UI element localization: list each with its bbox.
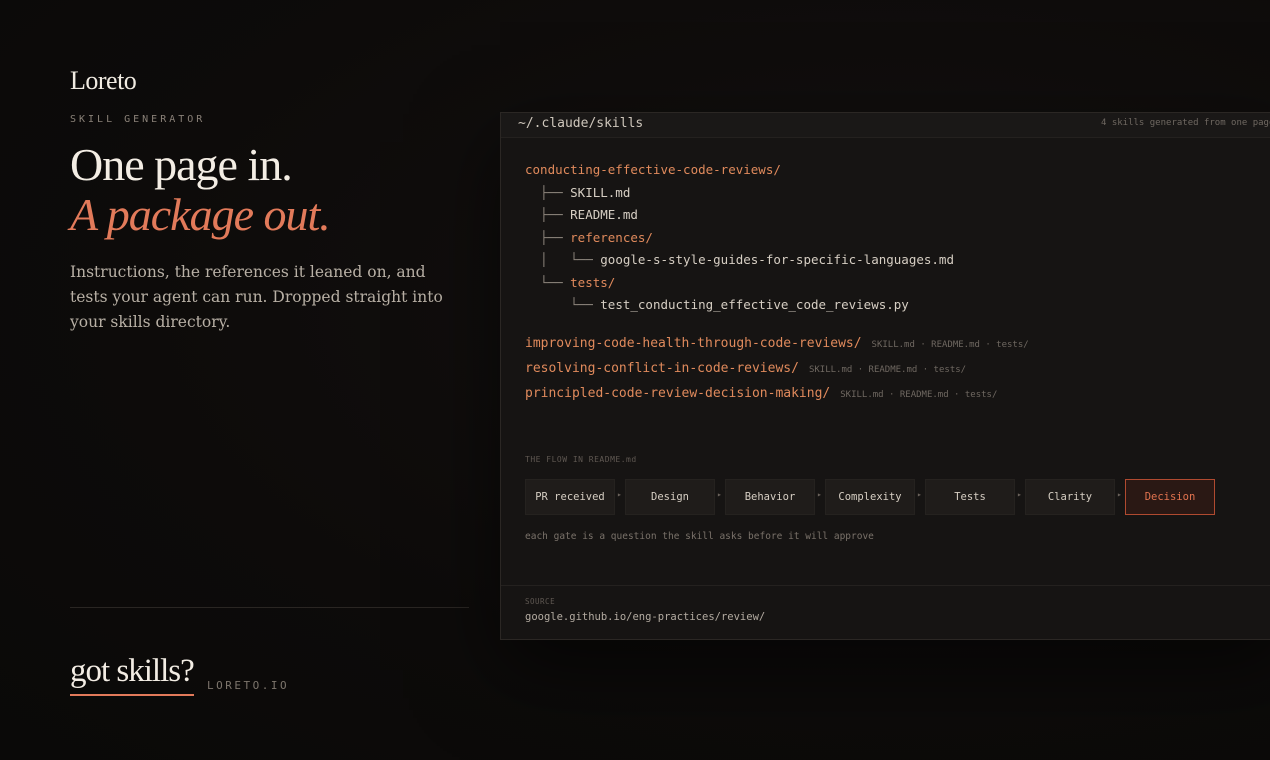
flow-arrow-icon: ▸: [917, 490, 922, 499]
footer-divider: [70, 607, 469, 608]
tree-folder[interactable]: └── tests/: [525, 272, 954, 295]
hero-headline: One page in. A package out.: [70, 139, 331, 240]
flow-arrow-icon: ▸: [817, 490, 822, 499]
flow-step: Clarity: [1025, 479, 1115, 515]
tree-item-name: SKILL.md: [570, 184, 631, 200]
tree-file[interactable]: │ └── google-s-style-guides-for-specific…: [525, 249, 954, 272]
tree-branch: ├──: [525, 184, 571, 200]
tree-branch: ├──: [525, 229, 571, 245]
hero-column: Loreto SKILL GENERATOR One page in. A pa…: [70, 0, 470, 760]
tree-branch: └──: [525, 274, 571, 290]
headline-line-1: One page in.: [70, 139, 293, 190]
flow-step: Behavior: [725, 479, 815, 515]
tree-item-name: google-s-style-guides-for-specific-langu…: [600, 252, 954, 267]
tree-file[interactable]: ├── SKILL.md: [525, 182, 954, 205]
flow-step: Design: [625, 479, 715, 515]
skill-item[interactable]: principled-code-review-decision-making/S…: [525, 379, 1029, 404]
flow-step: Tests: [925, 479, 1015, 515]
tree-file[interactable]: └── test_conducting_effective_code_revie…: [525, 294, 954, 317]
domain-link[interactable]: LORETO.IO: [207, 679, 289, 692]
flow-arrow-icon: ▸: [617, 490, 622, 499]
tree-item-name: tests/: [570, 274, 616, 290]
skill-name: principled-code-review-decision-making/: [525, 386, 831, 401]
headline-line-2: A package out.: [70, 189, 331, 240]
eyebrow-label: SKILL GENERATOR: [70, 114, 206, 125]
flow-arrow-icon: ▸: [1017, 490, 1022, 499]
flow-note: each gate is a question the skill asks b…: [525, 531, 874, 542]
tree-item-name: test_conducting_effective_code_reviews.p…: [600, 297, 909, 312]
brand-logo[interactable]: Loreto: [70, 66, 137, 96]
skill-files: SKILL.md · README.md · tests/: [871, 340, 1029, 350]
tree-item-name: references/: [570, 229, 653, 245]
skill-name: resolving-conflict-in-code-reviews/: [525, 361, 799, 376]
tree-file[interactable]: ├── README.md: [525, 204, 954, 227]
tree-item-name: conducting-effective-code-reviews/: [525, 162, 781, 177]
tree-branch: └──: [525, 297, 601, 312]
flow-arrow-icon: ▸: [1117, 490, 1122, 499]
file-tree: conducting-effective-code-reviews/ ├── S…: [525, 159, 954, 317]
flow-step: Decision: [1125, 479, 1215, 515]
terminal-title-bar: ~/.claude/skills 4 skills generated from…: [501, 113, 1270, 138]
generated-count: 4 skills generated from one page: [1101, 118, 1270, 128]
skills-terminal-panel: ~/.claude/skills 4 skills generated from…: [500, 112, 1270, 640]
skill-list: improving-code-health-through-code-revie…: [525, 329, 1029, 404]
skill-files: SKILL.md · README.md · tests/: [840, 390, 998, 400]
skill-files: SKILL.md · README.md · tests/: [808, 365, 967, 375]
flow-step: Complexity: [825, 479, 915, 515]
got-skills-link[interactable]: got skills?: [70, 650, 195, 696]
skill-item[interactable]: resolving-conflict-in-code-reviews/SKILL…: [525, 354, 1029, 379]
tree-folder[interactable]: conducting-effective-code-reviews/: [525, 159, 954, 182]
source-label: SOURCE: [525, 597, 556, 606]
flow-step: PR received: [525, 479, 615, 515]
skill-name: improving-code-health-through-code-revie…: [525, 336, 862, 351]
tree-folder[interactable]: ├── references/: [525, 227, 954, 250]
flow-arrow-icon: ▸: [717, 490, 722, 499]
tree-branch: │ └──: [525, 252, 601, 267]
hero-description: Instructions, the references it leaned o…: [70, 263, 443, 331]
directory-path: ~/.claude/skills: [518, 116, 644, 131]
skill-item[interactable]: improving-code-health-through-code-revie…: [525, 329, 1029, 354]
tree-branch: ├──: [525, 207, 571, 222]
flow-label: THE FLOW IN README.md: [525, 455, 637, 464]
tree-item-name: README.md: [570, 207, 638, 222]
source-divider: [501, 585, 1270, 586]
source-url[interactable]: google.github.io/eng-practices/review/: [525, 611, 765, 623]
